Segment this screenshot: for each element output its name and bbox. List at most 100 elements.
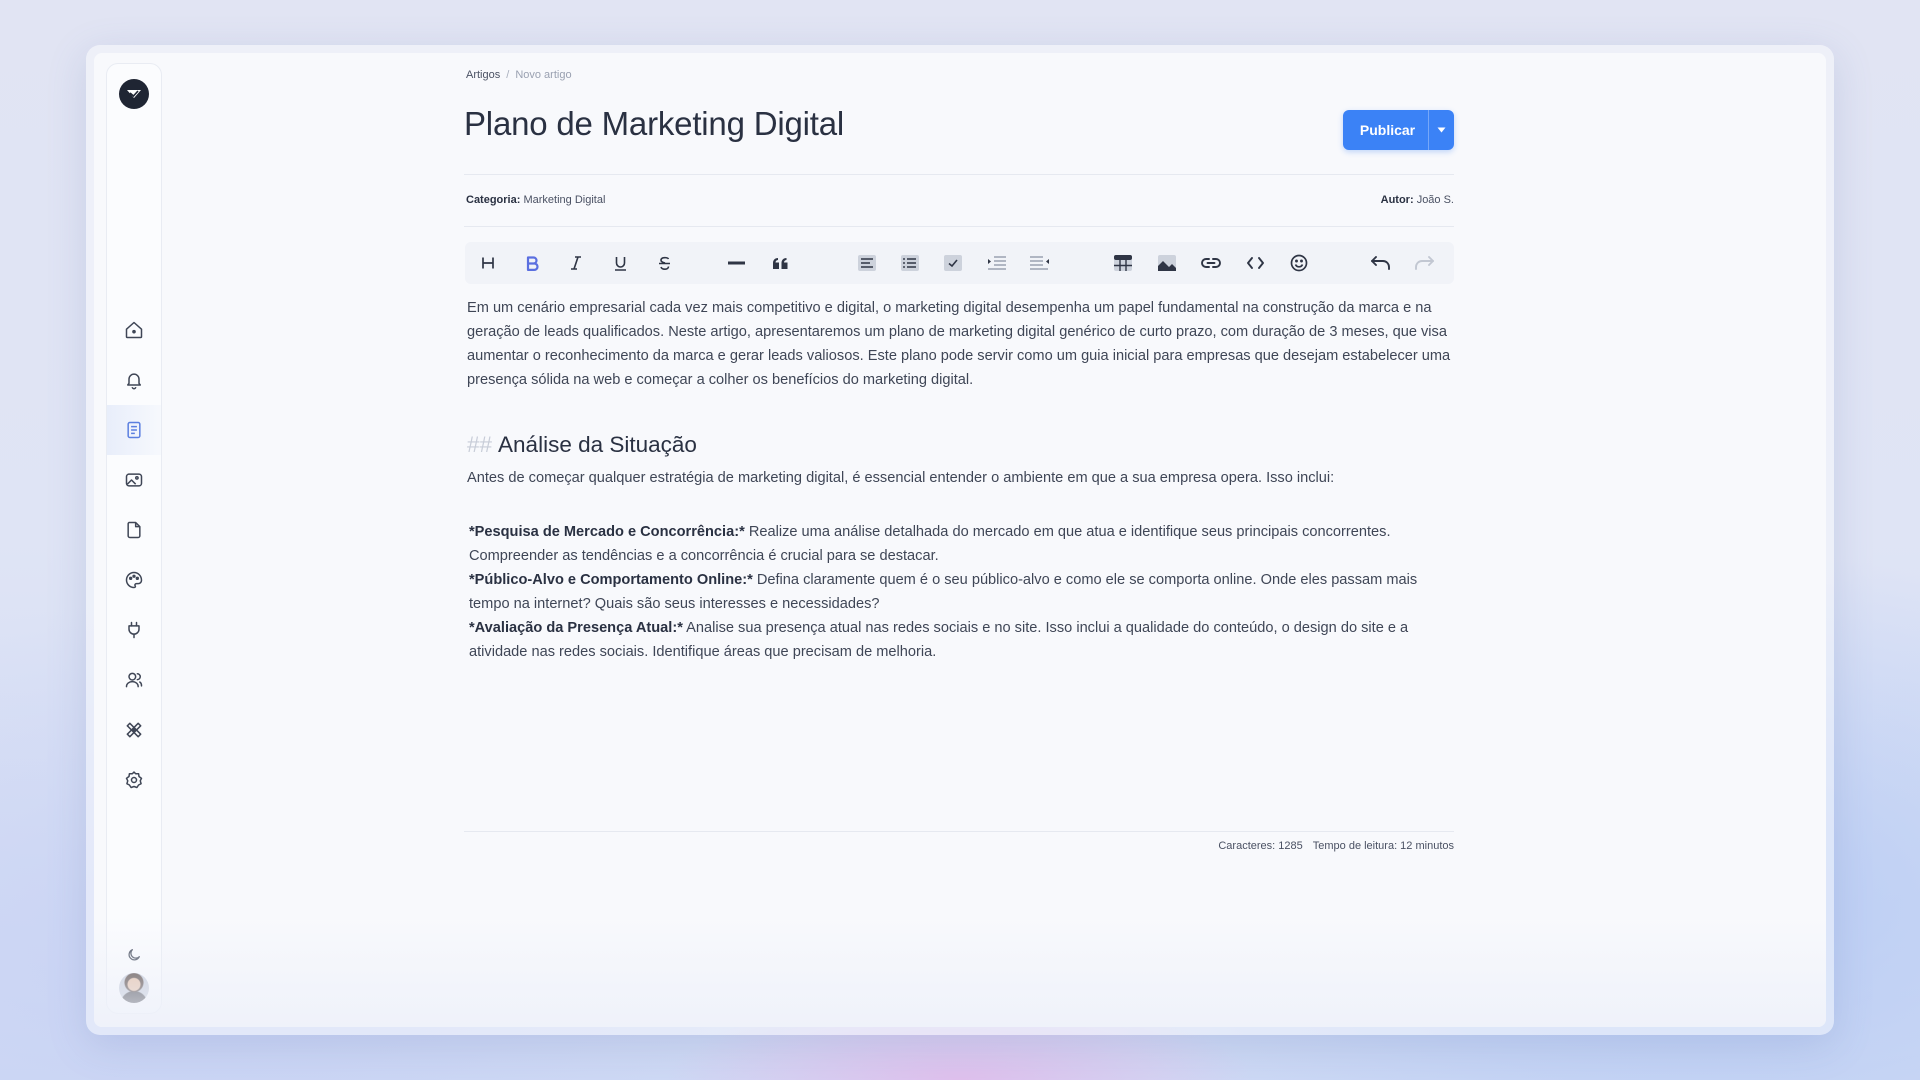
redo-icon [1414,256,1434,270]
underline-icon [614,256,626,271]
sidebar-item-tools[interactable] [107,705,161,755]
footer-divider [464,831,1454,832]
sidebar-nav [107,305,161,805]
table-icon [1114,255,1132,271]
redo-button[interactable] [1407,242,1441,284]
sidebar [106,63,162,1014]
publish-options-button[interactable] [1428,110,1454,150]
italic-button[interactable] [559,242,593,284]
horizontal-rule-icon [727,261,745,265]
indent-icon [987,256,1006,270]
link-button[interactable] [1194,242,1228,284]
category-meta[interactable]: Categoria: Marketing Digital [466,194,605,206]
author-value: João S. [1416,194,1454,206]
meta-divider [464,226,1454,227]
quote-icon [772,257,787,269]
logo-icon[interactable] [119,79,149,109]
breadcrumb: Artigos / Novo artigo [466,69,572,81]
table-button[interactable] [1106,242,1140,284]
ordered-list-button[interactable] [893,242,927,284]
list-item: *Público-Alvo e Comportamento Online:* D… [467,568,1457,616]
author-label: Autor: [1380,194,1414,206]
reading-time: Tempo de leitura: 12 minutos [1312,840,1454,852]
avatar[interactable] [119,973,149,1003]
image-icon [1158,255,1176,271]
category-label: Categoria: [466,194,521,206]
outdent-button[interactable] [1022,242,1056,284]
quote-button[interactable] [763,242,797,284]
insert-image-button[interactable] [1150,242,1184,284]
sidebar-item-notifications[interactable] [107,355,161,405]
strikethrough-button[interactable] [647,242,681,284]
page-title[interactable]: Plano de Marketing Digital [464,105,844,143]
chevron-down-icon [1437,127,1446,133]
italic-icon [571,256,581,270]
image-icon [125,473,143,487]
code-button[interactable] [1238,242,1272,284]
moon-icon[interactable] [126,947,142,963]
header-divider [464,174,1454,175]
character-count: Caracteres: 1285 [1218,840,1303,852]
author-meta[interactable]: Autor: João S. [1381,194,1454,206]
list-item-title: *Pesquisa de Mercado e Concorrência:* [469,524,745,540]
publish-button[interactable]: Publicar [1343,110,1454,150]
breadcrumb-separator: / [506,69,510,81]
heading-icon [482,257,494,269]
sidebar-item-media[interactable] [107,455,161,505]
editor-content[interactable]: Em um cenário empresarial cada vez mais … [467,296,1457,664]
checklist-button[interactable] [936,242,970,284]
list-item: *Avaliação da Presença Atual:* Analise s… [467,616,1457,664]
bold-icon [526,255,539,271]
section-lead: Antes de começar qualquer estratégia de … [467,470,1335,486]
ordered-list-icon [901,255,919,271]
settings-icon [125,771,143,789]
list-item-title: *Avaliação da Presença Atual:* [469,620,683,636]
heading-button[interactable] [471,242,505,284]
home-icon [125,321,143,339]
tools-icon [126,722,142,738]
heading-marker: ## [467,432,493,457]
section-heading-text: Análise da Situação [498,432,697,457]
app-frame: Artigos / Novo artigo Plano de Marketing D… [86,45,1834,1035]
palette-icon [125,571,143,589]
editor-stats: Caracteres: 1285 Tempo de leitura: 12 min… [1218,840,1454,852]
sidebar-item-settings[interactable] [107,755,161,805]
section-heading: ## Análise da Situação [467,430,1457,460]
horizontal-rule-button[interactable] [719,242,753,284]
sidebar-bottom [107,947,161,1003]
link-icon [1201,258,1221,268]
article-meta: Categoria: Marketing Digital Autor: João… [466,194,1454,206]
bullet-list-button[interactable] [850,242,884,284]
emoji-button[interactable] [1282,242,1316,284]
sidebar-item-pages[interactable] [107,505,161,555]
outdent-icon [1029,256,1049,270]
bold-button[interactable] [515,242,549,284]
breadcrumb-current: Novo artigo [515,69,572,81]
file-icon [127,521,141,539]
code-icon [1246,257,1264,269]
app-window: Artigos / Novo artigo Plano de Marketing D… [94,53,1826,1027]
editor-toolbar [465,242,1454,284]
undo-icon [1370,256,1390,270]
strikethrough-icon [658,256,670,270]
sidebar-item-home[interactable] [107,305,161,355]
emoji-icon [1290,254,1308,272]
users-icon [125,672,143,688]
undo-button[interactable] [1363,242,1397,284]
plug-icon [128,621,140,639]
sidebar-item-users[interactable] [107,655,161,705]
intro-paragraph: Em um cenário empresarial cada vez mais … [467,300,1451,388]
publish-button-label[interactable]: Publicar [1343,110,1428,150]
bullet-list-icon [858,255,876,271]
breadcrumb-parent[interactable]: Artigos [466,69,500,81]
sidebar-item-appearance[interactable] [107,555,161,605]
sidebar-item-articles[interactable] [107,405,161,455]
sidebar-item-plugins[interactable] [107,605,161,655]
document-icon [127,421,141,439]
bell-icon [127,373,141,390]
checklist-icon [944,255,962,271]
list-item-title: *Público-Alvo e Comportamento Online:* [469,572,753,588]
list-item: *Pesquisa de Mercado e Concorrência:* Re… [467,520,1457,568]
indent-button[interactable] [979,242,1013,284]
underline-button[interactable] [603,242,637,284]
